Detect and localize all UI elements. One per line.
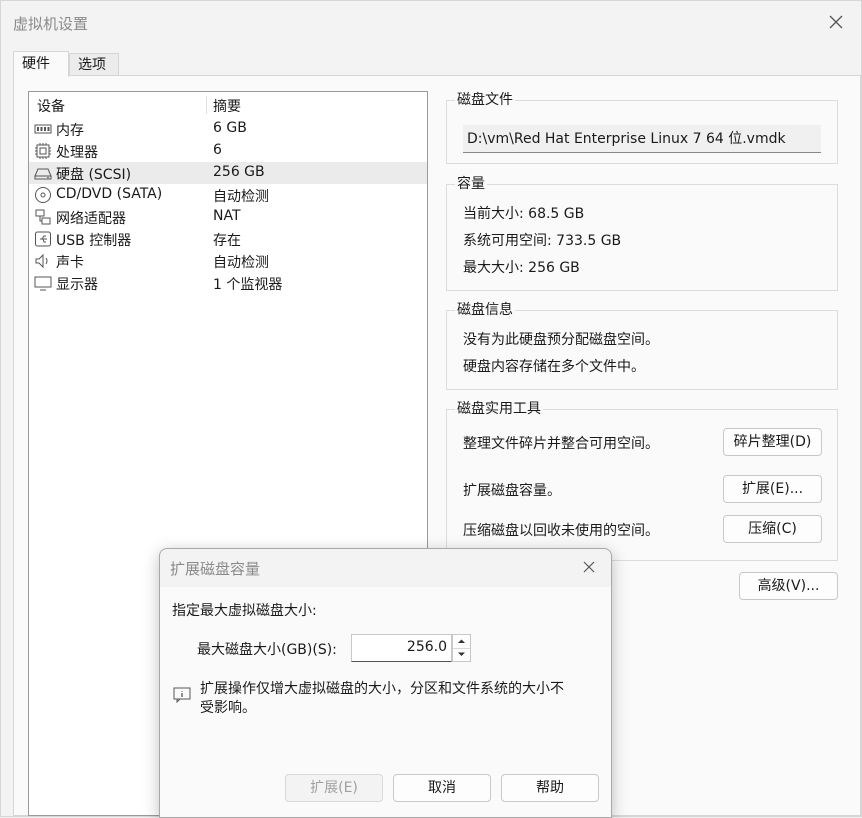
group-title: 磁盘信息 bbox=[455, 301, 515, 319]
size-label: 最大磁盘大小(GB)(S): bbox=[197, 642, 337, 658]
device-summary: 6 GB bbox=[213, 120, 247, 136]
dialog-cancel-button[interactable]: 取消 bbox=[393, 774, 491, 802]
available-space-text: 系统可用空间: 733.5 GB bbox=[463, 233, 622, 249]
dialog-expand-button[interactable]: 扩展(E) bbox=[285, 774, 383, 802]
network-icon bbox=[34, 208, 52, 226]
size-spinner[interactable] bbox=[452, 634, 471, 662]
close-icon[interactable] bbox=[579, 557, 599, 577]
device-summary: NAT bbox=[213, 208, 241, 224]
device-summary: 256 GB bbox=[213, 164, 265, 180]
vm-settings-window: 虚拟机设置 硬件 选项 设备 摘要 内存 6 GB 处理器 6 硬盘 (SCSI… bbox=[0, 0, 862, 818]
device-name: 声卡 bbox=[56, 255, 84, 271]
disk-info-group: 磁盘信息 没有为此硬盘预分配磁盘空间。 硬盘内容存储在多个文件中。 bbox=[446, 301, 838, 390]
device-summary: 存在 bbox=[213, 233, 241, 249]
disk-utilities-group: 磁盘实用工具 整理文件碎片并整合可用空间。 碎片整理(D) 扩展磁盘容量。 扩展… bbox=[446, 400, 838, 561]
expand-description: 扩展磁盘容量。 bbox=[463, 483, 561, 499]
device-row-sound[interactable]: 声卡 自动检测 bbox=[29, 250, 427, 272]
device-name: 内存 bbox=[56, 123, 84, 139]
device-row-memory[interactable]: 内存 6 GB bbox=[29, 118, 427, 140]
info-text-2: 受影响。 bbox=[200, 700, 256, 716]
device-name: 处理器 bbox=[56, 145, 98, 161]
column-separator[interactable] bbox=[206, 96, 207, 114]
info-icon bbox=[173, 687, 191, 704]
device-summary: 自动检测 bbox=[213, 189, 269, 205]
hard-disk-icon bbox=[34, 164, 52, 182]
device-name: 硬盘 (SCSI) bbox=[56, 167, 132, 183]
processor-icon bbox=[34, 142, 52, 160]
group-title: 容量 bbox=[455, 175, 487, 193]
usb-icon bbox=[34, 230, 52, 248]
size-prompt: 指定最大虚拟磁盘大小: bbox=[172, 603, 317, 619]
column-header-device[interactable]: 设备 bbox=[37, 96, 65, 116]
display-icon bbox=[34, 274, 52, 292]
device-row-display[interactable]: 显示器 1 个监视器 bbox=[29, 272, 427, 294]
device-row-hard-disk[interactable]: 硬盘 (SCSI) 256 GB bbox=[29, 162, 427, 184]
disk-file-path-field[interactable]: D:\vm\Red Hat Enterprise Linux 7 64 位.vm… bbox=[463, 125, 821, 153]
device-name: CD/DVD (SATA) bbox=[56, 186, 163, 202]
device-summary: 1 个监视器 bbox=[213, 277, 283, 293]
compact-button[interactable]: 压缩(C) bbox=[723, 515, 822, 543]
device-name: USB 控制器 bbox=[56, 233, 132, 249]
memory-icon bbox=[34, 120, 52, 138]
group-title: 磁盘实用工具 bbox=[455, 400, 543, 418]
close-icon[interactable] bbox=[825, 11, 847, 33]
compact-description: 压缩磁盘以回收未使用的空间。 bbox=[463, 523, 659, 539]
sound-icon bbox=[34, 252, 52, 270]
device-name: 显示器 bbox=[56, 277, 98, 293]
defrag-description: 整理文件碎片并整合可用空间。 bbox=[463, 436, 659, 452]
list-header: 设备 摘要 bbox=[29, 92, 427, 118]
device-row-network[interactable]: 网络适配器 NAT bbox=[29, 206, 427, 228]
device-row-usb[interactable]: USB 控制器 存在 bbox=[29, 228, 427, 250]
tab-options[interactable]: 选项 bbox=[69, 53, 119, 75]
disk-file-group: 磁盘文件 D:\vm\Red Hat Enterprise Linux 7 64… bbox=[446, 91, 838, 164]
spin-down-icon[interactable] bbox=[453, 648, 470, 661]
capacity-group: 容量 当前大小: 68.5 GB 系统可用空间: 733.5 GB 最大大小: … bbox=[446, 175, 838, 291]
expand-button[interactable]: 扩展(E)... bbox=[723, 475, 822, 503]
column-header-summary[interactable]: 摘要 bbox=[213, 96, 241, 116]
max-size-text: 最大大小: 256 GB bbox=[463, 260, 580, 276]
device-row-processor[interactable]: 处理器 6 bbox=[29, 140, 427, 162]
expand-disk-dialog: 扩展磁盘容量 指定最大虚拟磁盘大小: 最大磁盘大小(GB)(S): 256.0 … bbox=[159, 548, 612, 818]
device-row-cd-dvd[interactable]: CD/DVD (SATA) 自动检测 bbox=[29, 184, 427, 206]
dialog-help-button[interactable]: 帮助 bbox=[501, 774, 599, 802]
device-summary: 自动检测 bbox=[213, 255, 269, 271]
window-title: 虚拟机设置 bbox=[13, 15, 89, 33]
tab-hardware[interactable]: 硬件 bbox=[13, 51, 69, 77]
spin-up-icon[interactable] bbox=[453, 635, 470, 649]
max-size-input[interactable]: 256.0 bbox=[351, 634, 452, 662]
device-name: 网络适配器 bbox=[56, 211, 126, 227]
info-text-1: 扩展操作仅增大虚拟磁盘的大小，分区和文件系统的大小不 bbox=[200, 681, 564, 697]
disk-info-text-1: 没有为此硬盘预分配磁盘空间。 bbox=[463, 332, 659, 348]
group-title: 磁盘文件 bbox=[455, 91, 515, 109]
device-summary: 6 bbox=[213, 142, 222, 158]
defragment-button[interactable]: 碎片整理(D) bbox=[723, 428, 822, 456]
advanced-button[interactable]: 高级(V)... bbox=[739, 572, 838, 600]
cd-dvd-icon bbox=[34, 186, 52, 204]
dialog-title: 扩展磁盘容量 bbox=[170, 560, 261, 578]
disk-info-text-2: 硬盘内容存储在多个文件中。 bbox=[463, 359, 645, 375]
current-size-text: 当前大小: 68.5 GB bbox=[463, 206, 585, 222]
